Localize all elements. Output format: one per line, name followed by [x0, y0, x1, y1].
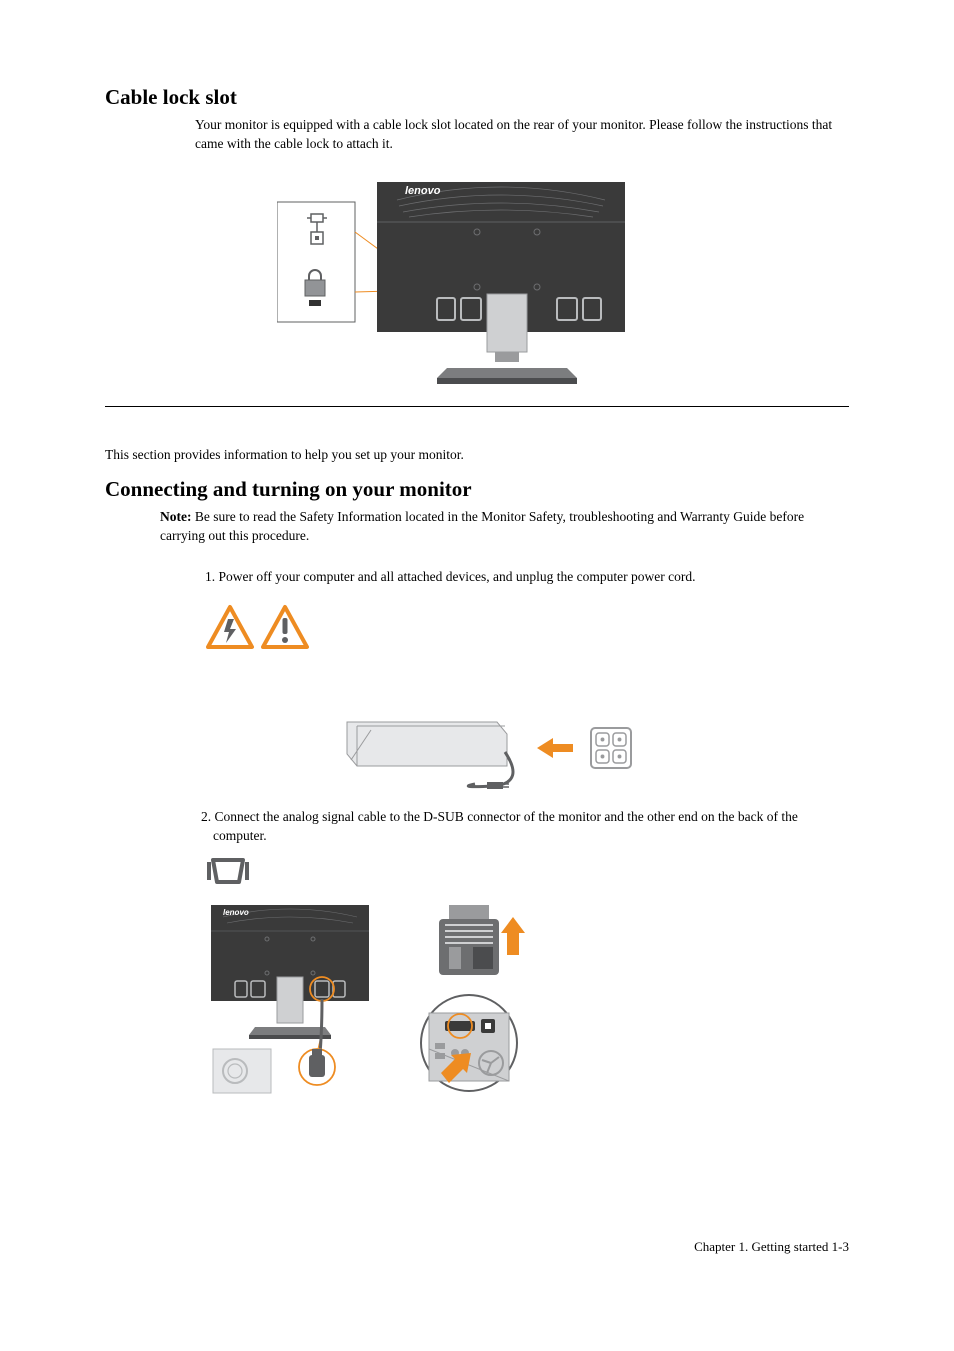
- figure-monitor-rear: lenovo: [377, 182, 625, 384]
- para-setup-intro: This section provides information to hel…: [105, 447, 849, 463]
- heading-connecting: Connecting and turning on your monitor: [105, 477, 849, 502]
- electrical-warning-icon: [208, 607, 252, 647]
- svg-text:lenovo: lenovo: [223, 908, 249, 917]
- brand-text: lenovo: [405, 185, 441, 197]
- figure-connect-dsub: lenovo: [205, 899, 849, 1099]
- note-text: Be sure to read the Safety Information l…: [160, 509, 804, 543]
- general-warning-icon: [263, 607, 307, 647]
- para-cable-lock-slot: Your monitor is equipped with a cable lo…: [195, 116, 849, 154]
- figure-unplug: [125, 704, 849, 794]
- note-block: Note: Be sure to read the Safety Informa…: [160, 508, 849, 546]
- figure-cable-lock-slot: lenovo: [65, 172, 849, 392]
- heading-cable-lock-slot: Cable lock slot: [105, 85, 849, 110]
- note-label: Note:: [160, 509, 191, 524]
- step-1: 1. Power off your computer and all attac…: [205, 568, 849, 587]
- warning-icons-row: [205, 604, 849, 659]
- page-footer: Chapter 1. Getting started 1-3: [105, 1239, 849, 1255]
- step-2: 2. Connect the analog signal cable to th…: [213, 808, 849, 846]
- vga-port-icon: [205, 856, 849, 891]
- section-divider: [105, 406, 849, 407]
